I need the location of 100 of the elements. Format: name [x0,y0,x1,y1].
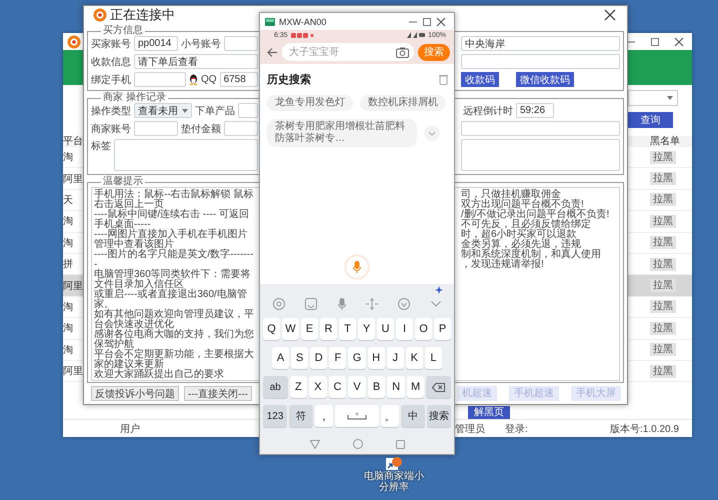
dropdown[interactable] [628,90,678,106]
blacklist-button[interactable]: 拉黑 [650,364,676,378]
back-arrow-icon[interactable] [267,48,278,56]
maximize-icon[interactable] [422,16,432,26]
section-title: 历史搜索 [267,72,311,87]
blacklist-button[interactable]: 拉黑 [650,343,676,356]
keyboard-key[interactable]: X [309,376,327,398]
maximize-icon[interactable] [650,36,660,46]
blacklist-button[interactable]: 拉黑 [650,258,676,271]
trash-icon[interactable] [439,74,448,85]
keyboard-key[interactable]: ab [263,376,288,398]
keyboard-key[interactable]: Z [290,376,308,398]
blacklist-button[interactable]: 拉黑 [650,193,676,206]
field-label: 商家账号 [91,122,131,136]
keyboard-key[interactable]: 。 [381,405,399,427]
home-icon[interactable] [352,439,362,449]
table-cell: 阿里 [63,275,83,296]
sticker-icon[interactable] [305,298,318,310]
close-icon[interactable] [604,9,616,21]
keyboard-key[interactable]: 搜索 [426,405,451,427]
field-label: 收款信息 [91,56,131,68]
keyboard-key[interactable]: U [377,318,394,340]
input-field[interactable] [461,54,620,69]
backspace-key[interactable] [426,376,451,398]
blacklist-button[interactable]: 拉黑 [650,279,676,292]
chevron-down-icon[interactable] [430,301,441,307]
microphone-icon[interactable] [338,298,346,310]
input-field[interactable]: 请下单后查看 [134,54,258,69]
note-text: 不可先反，且必须反馈给绑定 [460,220,592,230]
keyboard-key[interactable]: J [386,347,404,369]
keyboard-key[interactable]: R [320,318,337,340]
cursor-icon[interactable] [366,298,378,310]
close-icon[interactable] [674,36,684,46]
keyboard-key[interactable]: N [387,376,405,398]
keyboard-key[interactable]: ， [315,405,333,427]
keyboard-key[interactable]: T [339,318,356,340]
blacklist-button[interactable]: 拉黑 [650,322,676,335]
expand-icon[interactable] [424,125,440,141]
recents-icon[interactable] [396,440,404,448]
keyboard-key[interactable]: I [396,318,413,340]
note-text: 时，超6小时买家可以退款 [460,230,577,240]
keyboard-key[interactable]: E [301,318,318,340]
input-field[interactable] [134,121,178,136]
keyboard-key[interactable]: F [329,347,346,369]
keyboard-key[interactable]: L [424,347,442,369]
search-field[interactable]: 大子宝宝哥 [282,43,414,61]
keyboard-key[interactable]: W [282,318,299,340]
action-button[interactable]: 反馈投诉小号问题 [91,386,179,400]
camera-icon[interactable] [396,46,409,58]
text-area[interactable] [461,139,620,171]
keyboard-key[interactable]: 123 [263,405,288,427]
unblock-button[interactable]: 解黑页 [468,406,510,418]
keyboard-key[interactable]: P [434,318,451,340]
input-field[interactable] [238,103,258,118]
status-text: 用户 [120,422,141,436]
keyboard-key[interactable]: B [368,376,386,398]
keyboard-key[interactable]: K [406,347,423,369]
keyboard-key[interactable]: M [406,376,424,398]
keyboard-key[interactable]: Q [263,318,280,340]
space-key[interactable] [334,405,380,427]
keyboard-key[interactable]: G [348,347,366,369]
blacklist-button[interactable]: 拉黑 [650,300,676,314]
input-field[interactable] [134,72,186,87]
keyboard-key[interactable]: 符 [289,405,314,427]
blacklist-button[interactable]: 拉黑 [650,236,676,250]
keyboard-key[interactable]: D [310,347,328,369]
history-chip[interactable]: 茶树专用肥家用增根壮苗肥料防落叶茶树专… [267,119,417,147]
blacklist-button[interactable]: 拉黑 [650,172,676,186]
input-field[interactable] [224,121,258,136]
qr-code-button[interactable]: 收款码 [461,72,499,87]
keyboard-key[interactable]: H [368,347,385,369]
history-chip[interactable]: 数控机床排屑机 [360,95,446,111]
input-field[interactable]: pp0014 [134,36,178,51]
keyboard-key[interactable]: O [415,318,432,340]
sparkle-icon[interactable] [435,286,443,294]
qr-code-button[interactable]: 微信收款码 [516,72,574,87]
keyboard-key[interactable]: A [272,347,290,369]
desktop-icon-label[interactable]: 电脑商家端小分辨率 [363,471,425,493]
keyboard-key[interactable]: 中 [400,405,425,427]
back-icon[interactable] [310,440,320,448]
voice-button[interactable] [346,256,368,278]
blacklist-button[interactable]: 拉黑 [650,214,676,228]
keyboard-key[interactable]: Y [358,318,375,340]
keyboard-key[interactable]: S [291,347,308,369]
dropdown[interactable]: 查看未用 [134,103,192,118]
text-area[interactable] [114,139,258,171]
blacklist-button[interactable]: 拉黑 [650,150,676,164]
query-button[interactable]: 查询 [628,112,673,128]
input-field[interactable] [461,121,620,136]
keyboard-key[interactable]: C [328,376,346,398]
input-field[interactable]: 59:26 [516,103,554,118]
input-field[interactable] [224,36,258,51]
keyboard-key[interactable]: V [348,376,366,398]
field-label: 操作类型 [91,104,131,118]
input-field[interactable]: 6758 [220,72,258,87]
input-field[interactable]: 中央海岸 [461,36,620,51]
history-chip[interactable]: 龙鱼专用发色灯 [267,95,353,111]
close-icon[interactable] [436,16,446,26]
shortcut-icon[interactable] [386,456,402,470]
action-button[interactable]: ---直接关闭--- [184,386,252,400]
